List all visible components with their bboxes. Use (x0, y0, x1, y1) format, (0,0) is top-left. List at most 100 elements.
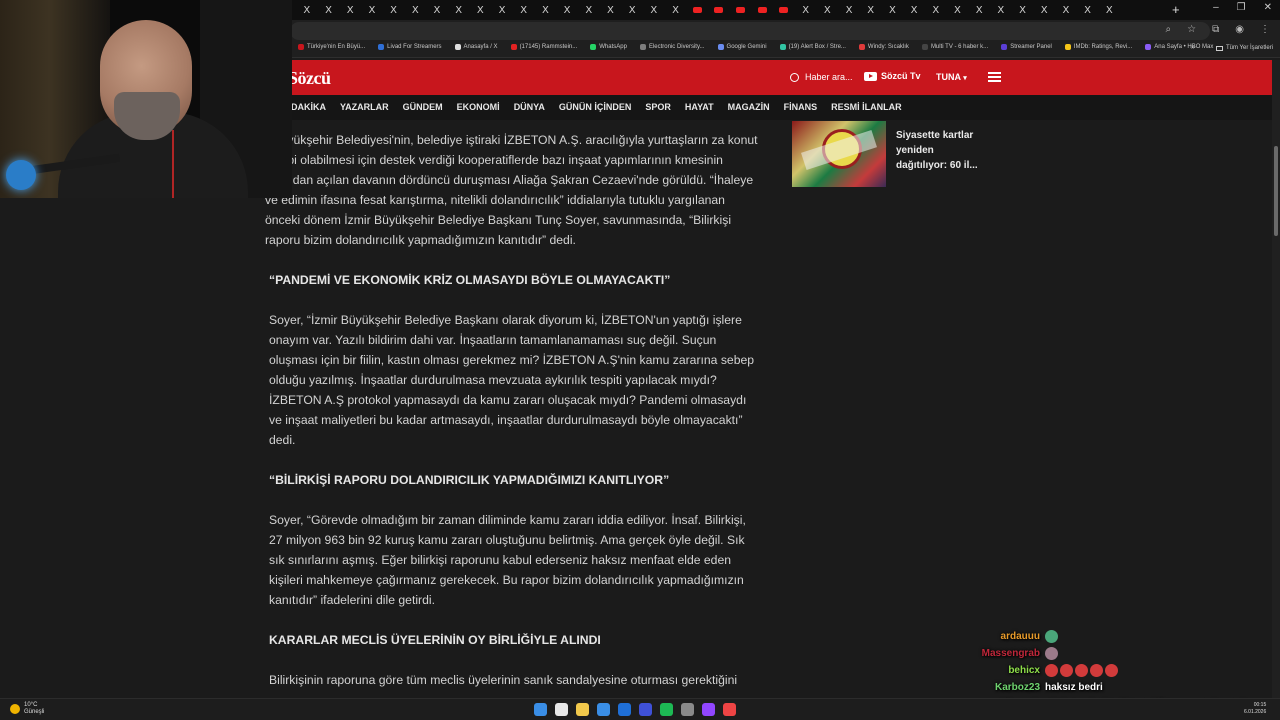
x-tab[interactable]: X (535, 0, 557, 20)
search-page-icon[interactable]: ⌕ (1166, 24, 1172, 35)
edge-icon[interactable] (597, 703, 610, 716)
youtube-tab[interactable] (751, 0, 773, 20)
x-tab[interactable]: X (361, 0, 383, 20)
x-tab[interactable]: X (1077, 0, 1099, 20)
x-tab[interactable]: X (903, 0, 925, 20)
nav-item[interactable]: DÜNYA (514, 102, 545, 112)
nav-item[interactable]: GÜNÜN İÇİNDEN (559, 102, 632, 112)
bookmark-item[interactable]: Anasayfa / X (454, 44, 498, 50)
youtube-tab[interactable] (686, 0, 708, 20)
site-logo[interactable]: Sözcü (288, 68, 331, 89)
file-explorer-icon[interactable] (576, 703, 589, 716)
search-icon[interactable] (555, 703, 568, 716)
x-tab[interactable]: X (491, 0, 513, 20)
all-bookmarks-button[interactable]: Tüm Yer İşaretleri (1216, 45, 1273, 51)
close-button[interactable]: ✕ (1264, 2, 1272, 13)
youtube-tab[interactable] (730, 0, 752, 20)
x-tab[interactable]: X (426, 0, 448, 20)
site-search[interactable]: Haber ara... (790, 72, 853, 82)
bookmark-item[interactable]: Streamer Panel (1001, 44, 1052, 50)
youtube-link[interactable]: Sözcü Tv (864, 71, 921, 81)
x-tab[interactable]: X (470, 0, 492, 20)
bookmark-item[interactable]: Windy: Sıcaklık (858, 44, 909, 50)
minimize-button[interactable]: – (1213, 2, 1219, 13)
x-tab[interactable]: X (1033, 0, 1055, 20)
x-tab[interactable]: X (882, 0, 904, 20)
spotify-icon[interactable] (660, 703, 673, 716)
x-tab[interactable]: X (318, 0, 340, 20)
x-tab[interactable]: X (1055, 0, 1077, 20)
bookmark-item[interactable]: Ana Sayfa • HBO Max (1145, 44, 1213, 50)
bookmark-item[interactable]: Google Gemini (717, 44, 767, 50)
browser-menu-icon[interactable]: ⋮ (1260, 24, 1270, 35)
bookmark-item[interactable]: Livad For Streamers (378, 44, 442, 50)
weather-widget[interactable]: 10°C Güneşli (10, 702, 44, 716)
x-tab[interactable]: X (513, 0, 535, 20)
menu-icon[interactable] (988, 72, 1001, 82)
x-tab[interactable]: X (968, 0, 990, 20)
bookmark-item[interactable]: (19) Alert Box / Stre... (779, 44, 846, 50)
article-subheading: “PANDEMİ VE EKONOMİK KRİZ OLMASAYDI BÖYL… (269, 273, 671, 287)
x-tab[interactable]: X (925, 0, 947, 20)
nav-item[interactable]: DAKİKA (291, 102, 326, 112)
x-tab[interactable]: X (1012, 0, 1034, 20)
x-tab[interactable]: X (838, 0, 860, 20)
store-icon[interactable] (618, 703, 631, 716)
x-tab[interactable]: X (404, 0, 426, 20)
nav-item[interactable]: YAZARLAR (340, 102, 389, 112)
x-tab[interactable]: X (296, 0, 318, 20)
nav-item[interactable]: FİNANS (784, 102, 818, 112)
url-field[interactable] (290, 22, 1210, 40)
x-tab[interactable]: X (990, 0, 1012, 20)
x-tab[interactable]: X (643, 0, 665, 20)
bookmark-favicon-icon (510, 44, 517, 50)
maximize-button[interactable]: ❐ (1237, 2, 1246, 13)
related-news-title[interactable]: Siyasette kartlar yeniden dağıtılıyor: 6… (896, 128, 986, 187)
youtube-tab[interactable] (708, 0, 730, 20)
x-tab[interactable]: X (339, 0, 361, 20)
x-tab[interactable]: X (621, 0, 643, 20)
scrollbar-thumb[interactable] (1274, 146, 1278, 236)
steam-icon[interactable] (639, 703, 652, 716)
bookmarks-overflow-button[interactable]: » (1191, 44, 1195, 51)
twitch-icon[interactable] (702, 703, 715, 716)
related-news-card[interactable]: Siyasette kartlar yeniden dağıtılıyor: 6… (792, 121, 986, 187)
earphone-cable (172, 130, 174, 198)
bookmark-item[interactable]: Türkiye'nin En Büyü... (298, 44, 365, 50)
x-tab[interactable]: X (860, 0, 882, 20)
bookmark-item[interactable]: WhatsApp (590, 44, 627, 50)
x-tab[interactable]: X (1098, 0, 1120, 20)
obs-icon[interactable] (723, 703, 736, 716)
user-menu[interactable]: TUNA ▾ (936, 72, 967, 82)
bookmark-item[interactable]: Multi TV - 6 haber k... (921, 44, 988, 50)
nav-item[interactable]: RESMİ İLANLAR (831, 102, 902, 112)
x-tab[interactable]: X (947, 0, 969, 20)
x-tab[interactable]: X (665, 0, 687, 20)
x-tab[interactable]: X (578, 0, 600, 20)
start-icon[interactable] (534, 703, 547, 716)
bookmark-favicon-icon (1064, 44, 1071, 50)
nav-item[interactable]: MAGAZİN (728, 102, 770, 112)
bookmark-item[interactable]: IMDb: Ratings, Revi... (1064, 44, 1132, 50)
x-tab[interactable]: X (556, 0, 578, 20)
x-tab[interactable]: X (448, 0, 470, 20)
x-tab[interactable]: X (600, 0, 622, 20)
extensions-icon[interactable]: ⧉ (1212, 24, 1219, 35)
x-tab[interactable]: X (795, 0, 817, 20)
nav-item[interactable]: HAYAT (685, 102, 714, 112)
nav-item[interactable]: EKONOMİ (457, 102, 500, 112)
new-tab-button[interactable]: + (1172, 2, 1180, 17)
bookmark-item[interactable]: Electronic Diversity... (639, 44, 705, 50)
nav-item[interactable]: SPOR (645, 102, 671, 112)
app-icon[interactable] (681, 703, 694, 716)
bookmark-star-icon[interactable]: ☆ (1187, 24, 1196, 35)
profile-icon[interactable]: ◉ (1235, 24, 1244, 35)
bookmark-favicon-icon (779, 44, 786, 50)
nav-item[interactable]: GÜNDEM (403, 102, 443, 112)
x-tab[interactable]: X (817, 0, 839, 20)
youtube-tab[interactable] (773, 0, 795, 20)
bookmark-item[interactable]: (17145) Rammstein... (510, 44, 577, 50)
x-tab[interactable]: X (383, 0, 405, 20)
related-news-thumbnail[interactable] (792, 121, 886, 187)
system-clock[interactable]: 00:15 6.01.2026 (1244, 702, 1266, 716)
